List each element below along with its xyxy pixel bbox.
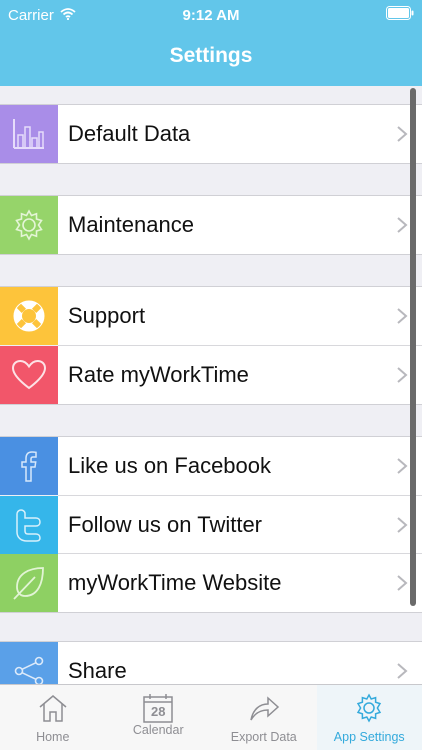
tab-bar: Home 28 Calendar Export Data App Setting… <box>0 684 422 750</box>
tab-home[interactable]: Home <box>0 685 106 750</box>
row-website[interactable]: myWorkTime Website <box>0 554 422 612</box>
gear-icon <box>353 693 385 730</box>
calendar-icon: 28 <box>142 693 174 723</box>
row-maintenance[interactable]: Maintenance <box>0 196 422 254</box>
twitter-icon <box>0 496 58 554</box>
heart-icon <box>0 346 58 404</box>
row-label: Maintenance <box>68 212 194 237</box>
export-icon <box>248 693 280 730</box>
page-title: Settings <box>169 44 253 67</box>
settings-list[interactable]: Default Data Maintenance Support Rate my… <box>0 86 422 684</box>
tab-label: App Settings <box>333 730 405 744</box>
row-label: myWorkTime Website <box>68 570 282 595</box>
tab-label: Export Data <box>230 730 297 744</box>
chevron-right-icon <box>382 216 422 234</box>
row-label: Rate myWorkTime <box>68 362 249 387</box>
chevron-right-icon <box>382 662 422 680</box>
header: Carrier 9:12 AM Settings <box>0 0 422 86</box>
facebook-icon <box>0 437 58 495</box>
divider <box>0 254 422 255</box>
chevron-right-icon <box>382 366 422 384</box>
bar-chart-icon <box>0 105 58 163</box>
row-facebook[interactable]: Like us on Facebook <box>0 437 422 495</box>
row-default-data[interactable]: Default Data <box>0 105 422 163</box>
share-icon <box>0 642 58 684</box>
calendar-date: 28 <box>151 704 166 719</box>
status-time: 9:12 AM <box>182 7 240 24</box>
chevron-right-icon <box>382 125 422 143</box>
row-support[interactable]: Support <box>0 287 422 345</box>
tab-app-settings[interactable]: App Settings <box>316 685 422 750</box>
divider <box>0 163 422 164</box>
lifebuoy-icon <box>0 287 58 345</box>
status-bar: Carrier 9:12 AM <box>0 0 422 30</box>
row-rate-app[interactable]: Rate myWorkTime <box>0 346 422 404</box>
leaf-icon <box>0 554 58 612</box>
tab-label: Calendar <box>132 723 184 737</box>
home-icon <box>37 693 69 730</box>
divider <box>0 404 422 405</box>
scrollbar[interactable] <box>410 88 416 606</box>
row-twitter[interactable]: Follow us on Twitter <box>0 496 422 554</box>
row-label: Default Data <box>68 121 191 146</box>
divider <box>0 612 422 613</box>
chevron-right-icon <box>382 307 422 325</box>
row-label: Support <box>68 303 146 328</box>
row-label: Follow us on Twitter <box>68 512 263 537</box>
gear-icon <box>0 196 58 254</box>
tab-calendar[interactable]: 28 Calendar <box>106 685 212 750</box>
row-share[interactable]: Share <box>0 642 422 684</box>
battery-icon <box>386 6 414 20</box>
tab-label: Home <box>36 730 70 744</box>
tab-export-data[interactable]: Export Data <box>211 685 317 750</box>
chevron-right-icon <box>382 457 422 475</box>
row-label: Like us on Facebook <box>68 453 272 478</box>
row-label: Share <box>68 658 127 683</box>
chevron-right-icon <box>382 574 422 592</box>
chevron-right-icon <box>382 516 422 534</box>
